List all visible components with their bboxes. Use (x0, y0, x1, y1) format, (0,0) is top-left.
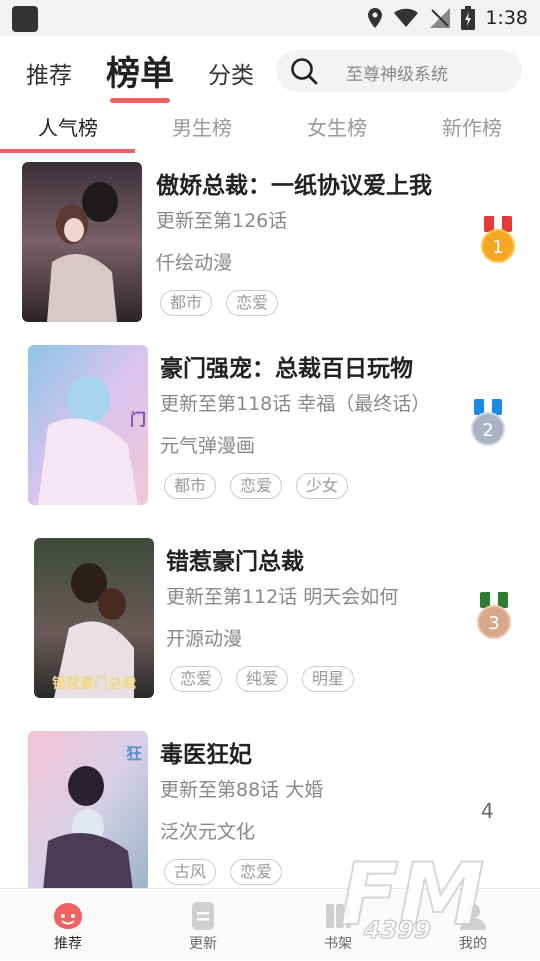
comic-update: 更新至第118话 幸福（最终话） (160, 393, 431, 415)
nav-label: 更新 (189, 936, 217, 952)
nav-label: 我的 (459, 936, 487, 952)
rank-tab-female[interactable]: 女生榜 (307, 112, 367, 141)
rank-badge-number: 1 (492, 237, 503, 258)
rank-badge-number: 2 (482, 420, 493, 441)
comic-tag: 纯爱 (236, 666, 289, 692)
comic-tag: 都市 (164, 473, 217, 499)
status-time: 1:38 (485, 7, 528, 29)
tab-category[interactable]: 分类 (208, 56, 254, 90)
comic-update: 更新至第88话 大婚 (160, 779, 324, 801)
location-icon (368, 8, 383, 28)
no-signal-icon (430, 8, 451, 28)
rank-tab-male[interactable]: 男生榜 (172, 112, 232, 141)
comic-list-item[interactable]: 傲娇总裁：一纸协议爱上我 更新至第126话 仟绘动漫 都市 恋爱 1 (0, 154, 540, 334)
comic-tag: 古风 (164, 859, 217, 885)
comic-tag: 少女 (296, 473, 349, 499)
silver-medal-icon: 2 (471, 399, 505, 446)
nav-item-mine[interactable]: 我的 (433, 889, 513, 961)
nav-item-bookshelf[interactable]: 书架 (298, 889, 378, 961)
top-header: 推荐 榜单 分类 至尊神级系统 (0, 36, 540, 108)
bookshelf-icon (326, 904, 351, 928)
comic-tags: 古风 恋爱 (164, 859, 283, 885)
active-tab-indicator (110, 98, 170, 103)
comic-cover[interactable]: 错惹豪门总裁 (34, 538, 154, 698)
nav-item-recommend[interactable]: 推荐 (28, 889, 108, 961)
comic-tag: 恋爱 (170, 666, 223, 692)
wifi-icon (394, 8, 419, 28)
comic-list-item[interactable]: 门 豪门强宠：总裁百日玩物 更新至第118话 幸福（最终话） 元气弹漫画 都市 … (0, 337, 540, 517)
svg-text:门: 门 (130, 410, 146, 429)
comic-tags: 恋爱 纯爱 明星 (170, 666, 355, 692)
search-icon (291, 58, 318, 85)
ranking-tabs: 人气榜 男生榜 女生榜 新作榜 (0, 108, 540, 154)
app-notification-icon (12, 6, 38, 32)
bottom-navigation: 推荐 更新 书架 我的 (0, 888, 540, 960)
tab-ranking[interactable]: 榜单 (106, 46, 174, 95)
comic-list-item[interactable]: 狂 毒医狂妃 更新至第88话 大婚 泛次元文化 古风 恋爱 4 (0, 723, 540, 903)
comic-tag: 恋爱 (226, 290, 279, 316)
rank-tab-indicator (0, 149, 135, 153)
search-placeholder: 至尊神级系统 (346, 65, 448, 85)
comic-tag: 恋爱 (230, 859, 283, 885)
search-bar[interactable]: 至尊神级系统 (276, 50, 522, 92)
rank-badge-number: 3 (488, 613, 499, 634)
comic-author: 仟绘动漫 (156, 252, 233, 274)
svg-text:狂: 狂 (126, 744, 142, 763)
comic-tag: 都市 (160, 290, 213, 316)
comic-tags: 都市 恋爱 (160, 290, 279, 316)
comic-title[interactable]: 傲娇总裁：一纸协议爱上我 (156, 166, 432, 200)
comic-tag: 明星 (302, 666, 355, 692)
tab-recommend[interactable]: 推荐 (26, 56, 72, 90)
rank-tab-new[interactable]: 新作榜 (442, 112, 502, 141)
battery-charging-icon (461, 6, 476, 30)
status-bar: 1:38 (0, 0, 540, 36)
nav-item-update[interactable]: 更新 (163, 889, 243, 961)
user-profile-icon (460, 904, 486, 930)
comic-title[interactable]: 错惹豪门总裁 (166, 542, 304, 576)
comic-cover[interactable] (22, 162, 142, 322)
update-list-icon (192, 902, 214, 930)
nav-label: 推荐 (54, 936, 82, 952)
svg-text:错惹豪门总裁: 错惹豪门总裁 (52, 675, 136, 692)
comic-update: 更新至第126话 (156, 210, 288, 232)
comic-title[interactable]: 豪门强宠：总裁百日玩物 (160, 349, 413, 383)
comic-tag: 恋爱 (230, 473, 283, 499)
comic-author: 开源动漫 (166, 628, 243, 650)
comic-list-item[interactable]: 错惹豪门总裁 错惹豪门总裁 更新至第112话 明天会如何 开源动漫 恋爱 纯爱 … (0, 530, 540, 710)
rank-tab-popular[interactable]: 人气榜 (38, 112, 98, 141)
rank-number: 4 (481, 799, 494, 823)
comic-author: 元气弹漫画 (160, 435, 256, 457)
comic-update: 更新至第112话 明天会如何 (166, 586, 399, 608)
smile-face-icon (54, 903, 82, 929)
status-indicators: 1:38 (367, 0, 528, 36)
comic-tags: 都市 恋爱 少女 (164, 473, 349, 499)
comic-title[interactable]: 毒医狂妃 (160, 735, 252, 769)
comic-cover[interactable]: 狂 (28, 731, 148, 891)
bronze-medal-icon: 3 (477, 592, 511, 639)
nav-label: 书架 (324, 936, 352, 952)
comic-cover[interactable]: 门 (28, 345, 148, 505)
comic-author: 泛次元文化 (160, 821, 256, 843)
gold-medal-icon: 1 (481, 216, 515, 263)
